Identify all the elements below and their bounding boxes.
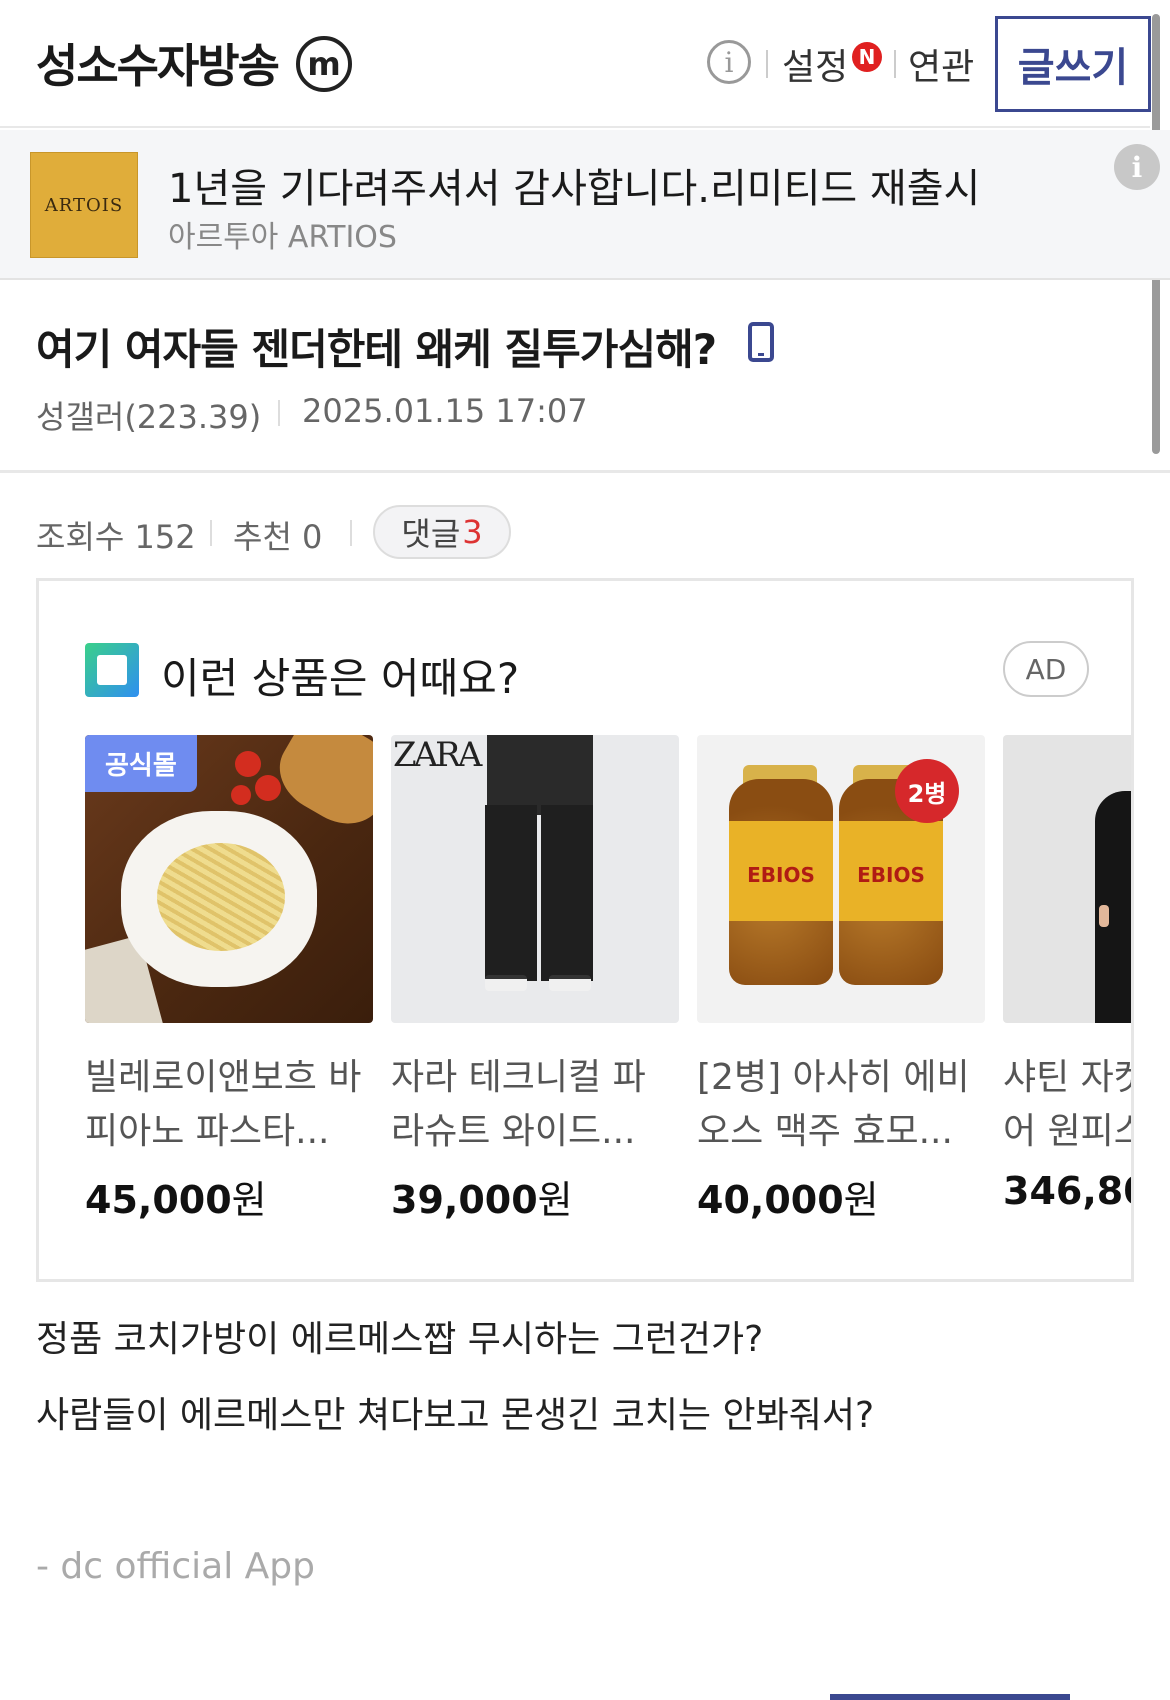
product-name-line: 빌레로이앤보흐 바 xyxy=(85,1057,362,1098)
product-name[interactable]: [2병] 아사히 에비 오스 맥주 효모... xyxy=(697,1051,985,1159)
image-detail xyxy=(235,751,261,777)
price-unit: 원 xyxy=(843,1178,879,1222)
product-name-line: 자라 테크니컬 파 xyxy=(391,1057,646,1098)
image-detail xyxy=(157,843,285,951)
quantity-badge: 2병 xyxy=(895,759,959,823)
comment-button[interactable]: 댓글 3 xyxy=(373,505,511,559)
price-value: 40,000 xyxy=(697,1178,844,1222)
image-detail xyxy=(255,775,281,801)
price-unit: 원 xyxy=(537,1178,573,1222)
product-image[interactable]: 공식몰 xyxy=(85,735,373,1023)
divider xyxy=(766,50,768,78)
image-detail xyxy=(265,735,373,839)
view-count: 조회수 152 xyxy=(36,518,196,556)
image-detail xyxy=(485,975,527,991)
product-item[interactable]: 샤틴 자켓 어 원피스 346,80 xyxy=(1003,735,1134,1213)
image-detail xyxy=(487,735,593,815)
post-body-line: 정품 코치가방이 에르메스짭 무시하는 그런건가? xyxy=(36,1319,764,1360)
product-name[interactable]: 자라 테크니컬 파 라슈트 와이드... xyxy=(391,1051,679,1159)
image-detail xyxy=(485,805,537,981)
product-image[interactable] xyxy=(1003,735,1131,1023)
comment-count: 3 xyxy=(462,513,483,551)
product-label-text: EBIOS xyxy=(857,863,925,887)
price-value: 346,80 xyxy=(1003,1169,1131,1213)
app-signature: - dc official App xyxy=(36,1546,315,1587)
post-date: 2025.01.15 17:07 xyxy=(302,392,588,430)
post-author[interactable]: 성갤러(223.39) xyxy=(36,392,261,438)
image-detail xyxy=(549,975,591,991)
product-item[interactable]: ZARA 자라 테크니컬 파 라슈트 와이드... 39,000원 xyxy=(391,735,679,1224)
product-label-text: EBIOS xyxy=(747,863,815,887)
post-title: 여기 여자들 젠더한테 왜케 질투가심해? xyxy=(36,325,717,374)
product-name-line: 어 원피스 xyxy=(1003,1111,1134,1152)
product-name-line: 피아노 파스타... xyxy=(85,1111,330,1152)
price-unit: 원 xyxy=(231,1178,267,1222)
product-name[interactable]: 빌레로이앤보흐 바 피아노 파스타... xyxy=(85,1051,373,1159)
product-name-line: 라슈트 와이드... xyxy=(391,1111,636,1152)
ad-headline[interactable]: 1년을 기다려주셔서 감사합니다.리미티드 재출시 xyxy=(168,156,980,214)
official-store-badge: 공식몰 xyxy=(85,735,197,792)
product-image[interactable]: ZARA xyxy=(391,735,679,1023)
product-price: 40,000원 xyxy=(697,1169,985,1224)
brand-logo: ARTOIS xyxy=(30,152,138,258)
settings-link[interactable]: 설정 xyxy=(782,38,848,90)
product-item[interactable]: EBIOS EBIOS 2병 [2병] 아사히 에비 오스 맥주 효모... 4… xyxy=(697,735,985,1224)
product-ad-title: 이런 상품은 어때요? xyxy=(161,654,520,703)
mobile-icon xyxy=(748,322,774,362)
ad-banner[interactable]: ARTOIS 1년을 기다려주셔서 감사합니다.리미티드 재출시 아르투아 AR… xyxy=(0,130,1170,280)
image-detail xyxy=(541,805,593,981)
recommend-count: 추천 0 xyxy=(233,518,323,556)
minor-gallery-icon: m xyxy=(296,36,352,92)
related-link[interactable]: 연관 xyxy=(908,38,974,90)
post-body-line: 사람들이 에르메스만 쳐다보고 몬생긴 코치는 안봐줘서? xyxy=(36,1395,875,1436)
image-detail xyxy=(231,785,251,805)
product-name-line: 샤틴 자켓 xyxy=(1003,1057,1134,1098)
product-name-line: [2병] 아사히 에비 xyxy=(697,1057,970,1098)
gallery-title[interactable]: 성소수자방송 xyxy=(36,30,280,96)
ad-brand-name: 아르투아 ARTIOS xyxy=(168,220,397,255)
section-divider xyxy=(0,470,1170,473)
shopping-bag-icon xyxy=(85,643,139,697)
write-button[interactable]: 글쓰기 xyxy=(995,16,1151,112)
info-icon[interactable]: i xyxy=(707,40,751,84)
price-value: 45,000 xyxy=(85,1178,232,1222)
gallery-header: 성소수자방송 m i 설정 N 연관 글쓰기 xyxy=(0,0,1151,128)
comment-label: 댓글 xyxy=(401,515,461,553)
product-price: 39,000원 xyxy=(391,1169,679,1224)
product-name[interactable]: 샤틴 자켓 어 원피스 xyxy=(1003,1051,1134,1159)
divider xyxy=(210,520,212,546)
bottom-indicator xyxy=(830,1694,1070,1700)
divider xyxy=(894,50,896,78)
divider xyxy=(278,400,280,426)
product-item[interactable]: 공식몰 빌레로이앤보흐 바 피아노 파스타... 45,000원 xyxy=(85,735,373,1224)
product-name-line: 오스 맥주 효모... xyxy=(697,1111,953,1152)
price-value: 39,000 xyxy=(391,1178,538,1222)
product-ad-card: 이런 상품은 어때요? AD 공식몰 빌레로이앤보흐 바 피아노 파스타... … xyxy=(36,578,1134,1282)
brand-logo: ZARA xyxy=(393,735,482,775)
image-detail xyxy=(1099,905,1109,927)
product-price: 346,80 xyxy=(1003,1169,1131,1213)
product-price: 45,000원 xyxy=(85,1169,373,1224)
ad-info-icon[interactable]: i xyxy=(1114,144,1160,190)
ad-badge[interactable]: AD xyxy=(1003,641,1089,697)
product-image[interactable]: EBIOS EBIOS 2병 xyxy=(697,735,985,1023)
new-badge-icon: N xyxy=(852,42,882,72)
divider xyxy=(350,520,352,546)
